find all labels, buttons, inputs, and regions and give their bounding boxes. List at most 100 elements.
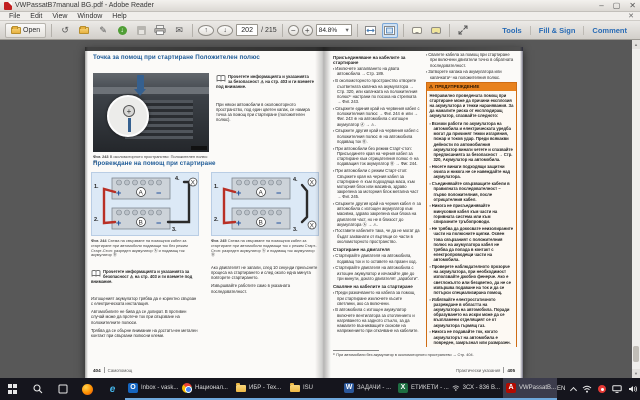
warning-bullet-item: Не трябва да докосвате неизолираните час… <box>430 226 514 262</box>
toolbar-separator <box>403 24 404 37</box>
section-heading: Точка за помощ при стартиране Положителе… <box>93 54 317 61</box>
open-label: Open <box>23 27 40 34</box>
app-label: ИБР - Тех... <box>249 385 281 391</box>
plus-icon: + <box>305 26 310 35</box>
taskbar-app-network[interactable]: 3СХ - 836 В... <box>449 378 503 400</box>
menu-item[interactable]: File <box>4 13 25 20</box>
minus-label: − <box>156 188 161 198</box>
menu-item[interactable]: Edit <box>25 13 47 20</box>
book-icon <box>91 270 101 277</box>
subsection-heading: Присъединяване на кабелите за стартиране <box>333 55 421 65</box>
search-icon <box>33 384 43 394</box>
zoom-out-button[interactable]: − <box>288 25 299 36</box>
send-file-button[interactable]: ↺ <box>57 23 73 38</box>
taskbar-app-outlook[interactable]: O Inbox - vask... <box>125 378 179 400</box>
vertical-scrollbar[interactable]: ▲ ▼ <box>632 40 640 378</box>
page-number-input[interactable] <box>236 24 258 36</box>
right-page-column-2: Свалете кабела за помощ при стартиране п… <box>426 52 517 347</box>
bullet-item: Свържете единия край на червения кабел с… <box>333 106 421 127</box>
app-label: ЕТИКЕТИ - ... <box>411 385 449 391</box>
menu-item[interactable]: View <box>47 13 72 20</box>
menu-item[interactable]: Window <box>72 13 107 20</box>
pdf-page-right: Присъединяване на кабелите за стартиране… <box>322 47 523 378</box>
zoom-level-dropdown[interactable]: 84.8% ▾ <box>316 24 352 36</box>
envelope-icon: ✉ <box>175 25 183 36</box>
fullscreen-button[interactable] <box>455 23 471 38</box>
volume-icon[interactable] <box>628 385 638 393</box>
adobe-reader-app-icon <box>4 2 12 10</box>
fill-sign-button[interactable]: Fill & Sign <box>530 26 584 35</box>
taskbar-app-folder-isu[interactable]: ISU <box>287 378 341 400</box>
open-button[interactable]: Open <box>5 23 46 38</box>
toolbar-separator <box>282 24 283 37</box>
comment-bubble-button[interactable] <box>409 23 425 38</box>
pinned-browser-button[interactable] <box>75 378 100 400</box>
close-button[interactable]: ✕ <box>629 2 636 10</box>
app-label: Inbox - vask... <box>141 385 178 391</box>
sign-button[interactable]: ✎ <box>95 23 111 38</box>
zoom-in-button[interactable]: + <box>302 25 313 36</box>
minimize-button[interactable]: – <box>599 2 603 10</box>
bullet-list: Стартирайте двигателя на автомобила, под… <box>333 253 421 281</box>
tray-expand-icon[interactable] <box>570 386 577 393</box>
tools-button[interactable]: Tools <box>494 26 529 35</box>
taskbar-app-excel[interactable]: X ЕТИКЕТИ - ... <box>395 378 449 400</box>
save-button[interactable] <box>133 23 149 38</box>
document-area: Точка за помощ при стартиране Положителе… <box>0 40 640 378</box>
toolbar-separator <box>449 24 450 37</box>
scroll-down-icon[interactable]: ▼ <box>632 369 640 378</box>
taskbar-app-word[interactable]: W ЗАДАЧИ - ... <box>341 378 395 400</box>
section-heading-2: Провеждане на помощ при стартиране <box>93 160 317 167</box>
fit-page-button[interactable] <box>382 23 398 38</box>
wifi-icon <box>452 384 460 392</box>
export-arrow-icon: ↓ <box>118 26 127 35</box>
chapter-label: Практически указания <box>456 368 500 373</box>
previous-page-button[interactable]: ↑ <box>198 25 214 36</box>
app-label: Национал... <box>195 385 228 391</box>
open-folder-icon <box>11 27 21 34</box>
taskbar-app-chrome[interactable]: Национал... <box>179 378 233 400</box>
step-3-label: 3. <box>172 227 177 233</box>
document-close-icon[interactable]: ✕ <box>628 12 636 20</box>
minus-icon: − <box>291 26 296 35</box>
taskbar-app-folder-ibr[interactable]: ИБР - Тех... <box>233 378 287 400</box>
search-button[interactable] <box>25 378 50 400</box>
book-icon <box>216 75 226 82</box>
send-icon: ↺ <box>61 25 69 36</box>
plus-label: + <box>116 218 121 228</box>
toolbar-separator <box>357 24 358 37</box>
wifi-status-icon[interactable] <box>582 385 592 393</box>
figure-244-caption: Фиг. 244 Схема на свързване на помощния … <box>91 239 199 258</box>
bullet-item: Свържете другия край на червения кабел с… <box>333 128 421 144</box>
maximize-button[interactable]: ▢ <box>613 2 621 10</box>
internet-explorer-button[interactable]: e <box>100 378 125 400</box>
export-button[interactable]: ↓ <box>114 23 130 38</box>
scroll-up-icon[interactable]: ▲ <box>632 40 640 49</box>
fit-page-icon <box>384 26 395 35</box>
menu-item[interactable]: Help <box>107 13 131 20</box>
adobe-reader-icon: A <box>506 383 516 393</box>
bullet-list: Свалете кабела за помощ при стартиране п… <box>426 52 517 80</box>
print-button[interactable] <box>152 23 168 38</box>
minus-label: − <box>276 218 281 228</box>
step-4-label: 4. <box>175 176 180 182</box>
ground-point-label: X <box>191 179 196 186</box>
figure-245-diagram: + A − + B − 1. 2. <box>211 172 319 236</box>
display-tray-icon[interactable] <box>612 385 622 393</box>
scrollbar-thumb[interactable] <box>633 346 639 362</box>
email-button[interactable]: ✉ <box>171 23 187 38</box>
annotate-button[interactable] <box>428 23 444 38</box>
fit-width-button[interactable] <box>363 23 379 38</box>
read-note-block-2: Прочетете информацията и указанията за б… <box>91 269 199 284</box>
start-button[interactable] <box>0 378 25 400</box>
updater-tray-icon[interactable] <box>598 385 606 393</box>
task-view-button[interactable] <box>50 378 75 400</box>
taskbar-app-adobe-reader[interactable]: A VWPassatB... <box>503 378 557 400</box>
share-button[interactable] <box>76 23 92 38</box>
comment-panel-button[interactable]: Comment <box>583 26 635 35</box>
language-indicator[interactable]: EN <box>557 386 565 392</box>
subsection-heading: Сваляне на кабелите за стартиране <box>333 284 421 289</box>
next-page-button[interactable]: ↓ <box>217 25 233 36</box>
menu-items: FileEditViewWindowHelp <box>4 13 132 20</box>
page-total-label: / 215 <box>261 27 277 34</box>
